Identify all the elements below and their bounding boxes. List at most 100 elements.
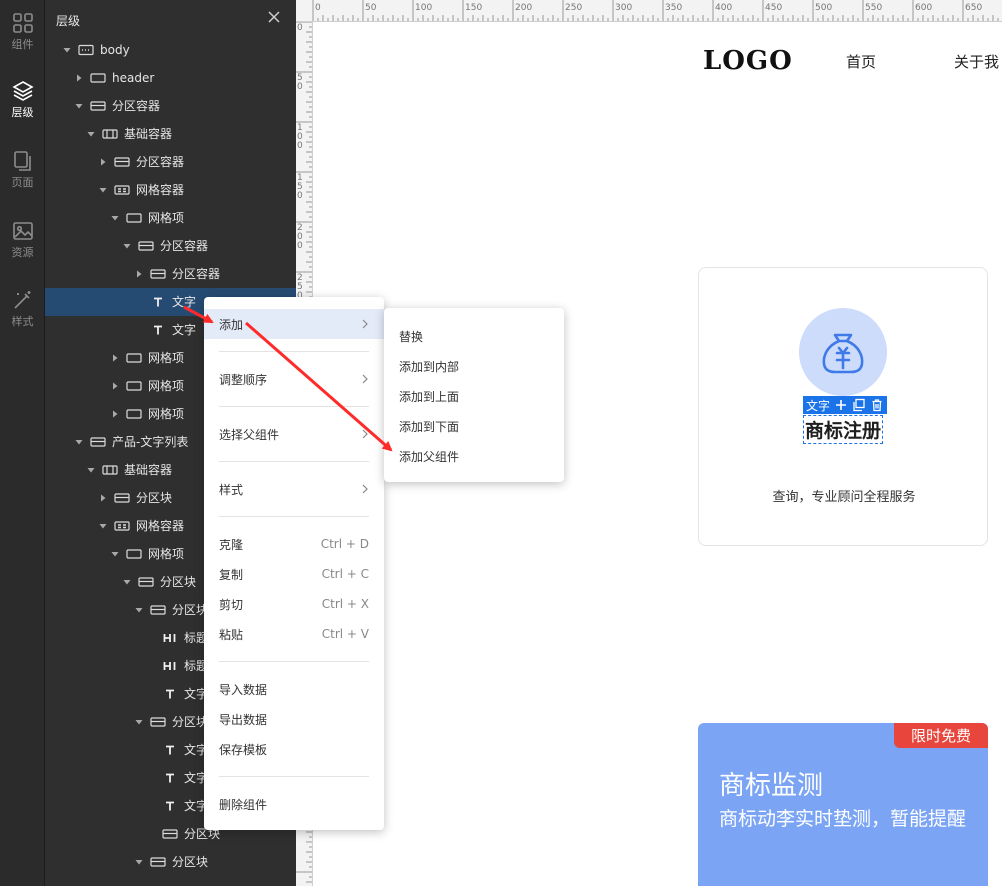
chevron-right-icon[interactable] [134,269,144,279]
menu-item-cut[interactable]: 剪切 Ctrl + X [204,589,384,619]
chevron-down-icon[interactable] [122,241,132,251]
chevron-down-icon[interactable] [86,465,96,475]
menu-divider [219,461,369,462]
tree-node-label: 基础容器 [124,127,173,141]
tree-node-label: 分区容器 [160,239,209,253]
rail-label: 资源 [11,246,34,259]
pages-icon [13,151,31,171]
tree-node[interactable]: 基础容器 [45,120,296,148]
chevron-down-icon[interactable] [62,45,72,55]
box-node-icon [126,381,142,391]
submenu-item-add-parent[interactable]: 添加父组件 [384,441,564,471]
submenu-item-add-below[interactable]: 添加到下面 [384,411,564,441]
box-node-icon [126,549,142,559]
chevron-right-icon [362,484,368,494]
plus-icon[interactable] [834,398,848,412]
submenu-item-replace[interactable]: 替换 [384,321,564,351]
chevron-down-icon[interactable] [74,437,84,447]
promo-card[interactable]: 限时免费 商标监测 商标动李实时垫测，暂能提醒 [698,723,988,886]
menu-item-label: 删除组件 [219,797,268,812]
menu-item-label: 导出数据 [219,712,268,727]
nav-link-home[interactable]: 首页 [846,51,876,72]
close-icon[interactable] [266,9,282,25]
chevron-down-icon[interactable] [98,185,108,195]
tree-node-label: header [112,71,155,85]
menu-item-style[interactable]: 样式 [204,474,384,504]
rail-styles[interactable]: 样式 [0,289,45,329]
body-node-icon [78,44,94,56]
tree-node[interactable]: body [45,36,296,64]
menu-item-add[interactable]: 添加 [204,309,384,339]
chevron-right-icon [362,319,368,329]
tree-node[interactable]: 网格项 [45,204,296,232]
chevron-right-icon[interactable] [98,493,108,503]
submenu-item-add-inside[interactable]: 添加到内部 [384,351,564,381]
ruler-label: 150 [297,173,303,201]
chevron-down-icon[interactable] [86,129,96,139]
chevron-down-icon[interactable] [134,605,144,615]
rail-components[interactable]: 组件 [0,12,45,52]
menu-item-import-data[interactable]: 导入数据 [204,674,384,704]
box-node-icon [126,409,142,419]
tree-node-label: 分区块 [172,603,209,617]
menu-item-label: 样式 [219,482,244,497]
submenu-item-add-above[interactable]: 添加到上面 [384,381,564,411]
tree-node-label: 网格项 [148,547,185,561]
text-node-icon [166,773,174,783]
layers-icon [11,81,34,101]
menu-item-label: 添加 [219,317,244,332]
chevron-right-icon [362,429,368,439]
text-node-icon [166,801,174,811]
menu-item-reorder[interactable]: 调整顺序 [204,364,384,394]
tree-node[interactable]: 分区容器 [45,260,296,288]
tree-node[interactable]: 分区块 [45,848,296,876]
menu-item-paste[interactable]: 粘贴 Ctrl + V [204,619,384,649]
chevron-right-icon[interactable] [98,157,108,167]
chevron-down-icon[interactable] [134,857,144,867]
chevron-right-icon[interactable] [110,381,120,391]
tree-node-label: 分区块 [172,855,209,869]
chevron-right-icon[interactable] [110,409,120,419]
chevron-down-icon[interactable] [134,717,144,727]
rail-pages[interactable]: 页面 [0,150,45,190]
menu-item-clone[interactable]: 克隆 Ctrl + D [204,529,384,559]
chevron-down-icon[interactable] [98,521,108,531]
menu-item-delete[interactable]: 删除组件 [204,789,384,819]
chevron-right-icon[interactable] [74,73,84,83]
tree-node[interactable]: 网格容器 [45,176,296,204]
trash-icon[interactable] [870,398,884,412]
service-card[interactable]: 文字 商标注册 查询，专业顾问全程服务 [698,267,988,546]
chevron-down-icon[interactable] [110,549,120,559]
tree-node[interactable]: 分区容器 [45,148,296,176]
promo-card-description[interactable]: 商标动李实时垫测，暂能提醒 [719,807,969,831]
promo-card-title[interactable]: 商标监测 [719,765,823,802]
tree-node[interactable]: 分区容器 [45,92,296,120]
card-title[interactable]: 商标注册 [803,415,884,444]
chevron-right-icon[interactable] [110,353,120,363]
menu-divider [219,661,369,662]
rail-layers[interactable]: 层级 [0,80,45,120]
menu-item-label: 粘贴 [219,627,244,642]
rail-assets[interactable]: 资源 [0,220,45,260]
ruler-ticks [312,0,999,21]
container-node-icon [102,129,118,139]
tree-node[interactable]: header [45,64,296,92]
chevron-down-icon[interactable] [122,577,132,587]
menu-item-export-data[interactable]: 导出数据 [204,704,384,734]
nav-link-about[interactable]: 关于我 [954,51,999,72]
ruler-label: 600 [915,3,933,13]
card-description[interactable]: 查询，专业顾问全程服务 [699,486,989,505]
menu-item-copy[interactable]: 复制 Ctrl + C [204,559,384,589]
duplicate-icon[interactable] [852,398,866,412]
container-node-icon [102,465,118,475]
panel-title: 层级 [56,14,81,28]
ruler-label: 0 [315,3,321,13]
chevron-down-icon[interactable] [110,213,120,223]
tree-node[interactable]: 分区容器 [45,232,296,260]
logo[interactable]: LOGO [703,46,793,76]
menu-item-select-parent[interactable]: 选择父组件 [204,419,384,449]
ruler-label: 0 [297,23,303,33]
section-node-icon [162,829,178,839]
chevron-down-icon[interactable] [74,101,84,111]
menu-item-save-template[interactable]: 保存模板 [204,734,384,764]
